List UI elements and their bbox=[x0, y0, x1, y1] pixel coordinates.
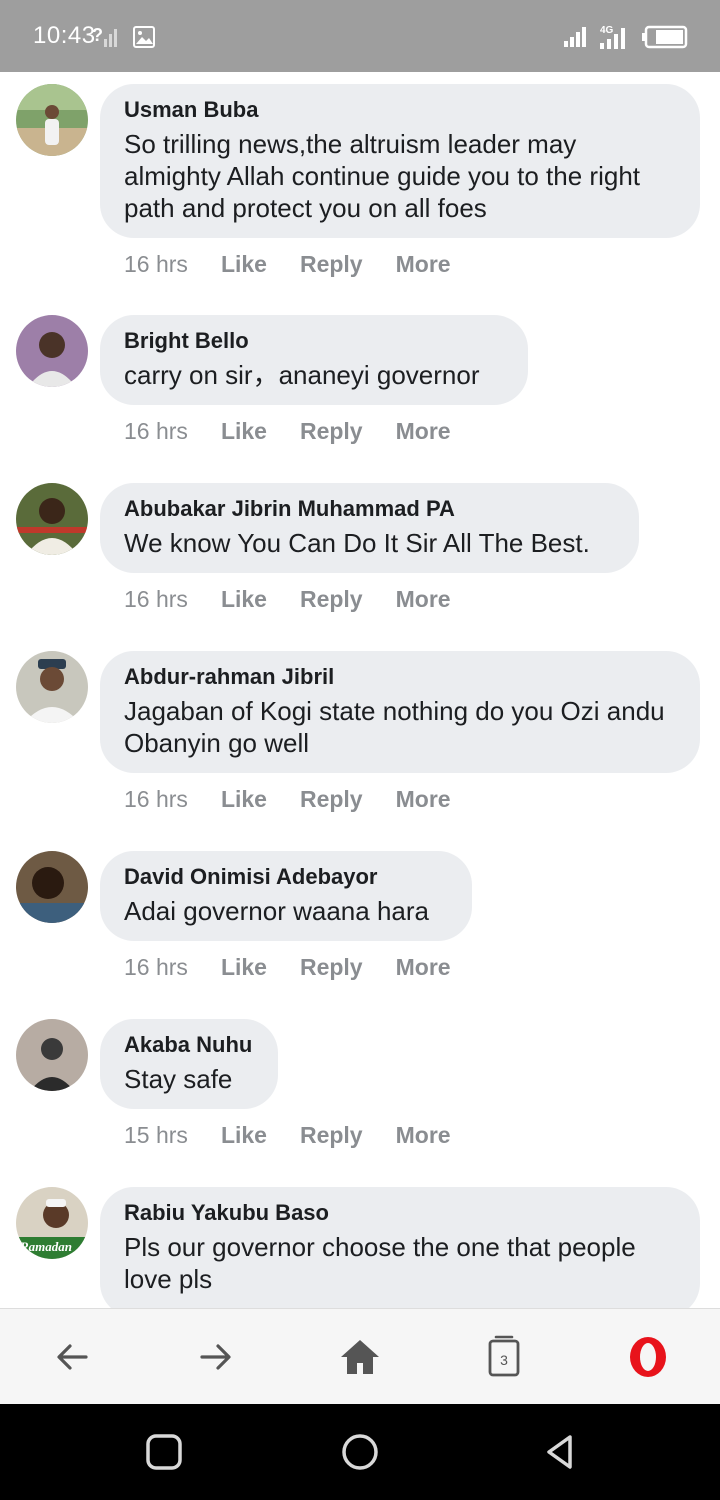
forward-button[interactable] bbox=[190, 1331, 242, 1383]
reply-link[interactable]: Reply bbox=[300, 586, 363, 613]
tabs-icon: 3 bbox=[488, 1335, 520, 1377]
comment-bubble[interactable]: Akaba Nuhu Stay safe bbox=[100, 1019, 278, 1109]
reply-link[interactable]: Reply bbox=[300, 1122, 363, 1149]
svg-text:Ramadan: Ramadan bbox=[19, 1239, 72, 1254]
opera-logo-icon bbox=[630, 1337, 666, 1377]
reply-link[interactable]: Reply bbox=[300, 418, 363, 445]
more-link[interactable]: More bbox=[396, 586, 451, 613]
avatar[interactable] bbox=[16, 651, 88, 723]
comment-text: So trilling news,the altruism leader may… bbox=[124, 129, 641, 223]
comment-bubble[interactable]: Bright Bello carry on sir，ananeyi govern… bbox=[100, 315, 528, 405]
back-button[interactable] bbox=[46, 1331, 98, 1383]
image-icon bbox=[133, 26, 155, 48]
comment-author[interactable]: Akaba Nuhu bbox=[124, 1031, 254, 1059]
svg-text:4G: 4G bbox=[600, 25, 614, 36]
comment-text: We know You Can Do It Sir All The Best. bbox=[124, 528, 590, 558]
comment-text: Stay safe bbox=[124, 1064, 233, 1094]
home-nav-button[interactable] bbox=[336, 1428, 384, 1476]
recents-button[interactable] bbox=[140, 1428, 188, 1476]
like-link[interactable]: Like bbox=[221, 954, 267, 981]
avatar[interactable] bbox=[16, 483, 88, 555]
comment-feed[interactable]: Usman Buba So trilling news,the altruism… bbox=[0, 72, 720, 1308]
comment-bubble[interactable]: Abubakar Jibrin Muhammad PA We know You … bbox=[100, 483, 639, 573]
comment-text: Pls our governor choose the one that peo… bbox=[124, 1232, 636, 1294]
back-arrow-icon bbox=[57, 1344, 88, 1370]
like-link[interactable]: Like bbox=[221, 1122, 267, 1149]
like-link[interactable]: Like bbox=[221, 786, 267, 813]
browser-toolbar: 3 bbox=[0, 1308, 720, 1405]
forward-arrow-icon bbox=[200, 1344, 231, 1370]
reply-link[interactable]: Reply bbox=[300, 954, 363, 981]
comment-author[interactable]: Usman Buba bbox=[124, 96, 676, 124]
comment-bubble[interactable]: David Onimisi Adebayor Adai governor waa… bbox=[100, 851, 472, 941]
opera-menu-button[interactable] bbox=[622, 1331, 674, 1383]
home-icon bbox=[341, 1340, 379, 1374]
avatar[interactable]: Ramadan bbox=[16, 1187, 88, 1259]
reply-link[interactable]: Reply bbox=[300, 251, 363, 278]
comment-text: Adai governor waana hara bbox=[124, 896, 429, 926]
battery-icon bbox=[642, 25, 688, 49]
svg-text:?: ? bbox=[92, 25, 103, 45]
back-nav-button[interactable] bbox=[536, 1428, 584, 1476]
more-link[interactable]: More bbox=[396, 786, 451, 813]
more-link[interactable]: More bbox=[396, 418, 451, 445]
more-link[interactable]: More bbox=[396, 954, 451, 981]
clock: 10:43 bbox=[33, 22, 96, 49]
comment-author[interactable]: David Onimisi Adebayor bbox=[124, 863, 448, 891]
system-nav-bar bbox=[0, 1404, 720, 1500]
avatar[interactable] bbox=[16, 315, 88, 387]
comment-text: carry on sir，ananeyi governor bbox=[124, 360, 480, 390]
like-link[interactable]: Like bbox=[221, 251, 267, 278]
comment-time[interactable]: 16 hrs bbox=[124, 954, 188, 981]
comment-author[interactable]: Abdur-rahman Jibril bbox=[124, 663, 676, 691]
home-button[interactable] bbox=[334, 1331, 386, 1383]
tab-count: 3 bbox=[500, 1352, 508, 1368]
avatar[interactable] bbox=[16, 851, 88, 923]
avatar[interactable] bbox=[16, 1019, 88, 1091]
4g-signal-icon: 4G bbox=[600, 25, 625, 49]
back-triangle-icon bbox=[547, 1435, 572, 1469]
more-link[interactable]: More bbox=[396, 251, 451, 278]
signal-icon bbox=[564, 27, 586, 47]
comment-author[interactable]: Abubakar Jibrin Muhammad PA bbox=[124, 495, 615, 523]
like-link[interactable]: Like bbox=[221, 418, 267, 445]
more-link[interactable]: More bbox=[396, 1122, 451, 1149]
comment-author[interactable]: Rabiu Yakubu Baso bbox=[124, 1199, 676, 1227]
comment-time[interactable]: 16 hrs bbox=[124, 418, 188, 445]
home-circle-icon bbox=[342, 1434, 378, 1470]
comment-time[interactable]: 15 hrs bbox=[124, 1122, 188, 1149]
reply-link[interactable]: Reply bbox=[300, 786, 363, 813]
comment-time[interactable]: 16 hrs bbox=[124, 251, 188, 278]
avatar[interactable] bbox=[16, 84, 88, 156]
comment-bubble[interactable]: Abdur-rahman Jibril Jagaban of Kogi stat… bbox=[100, 651, 700, 773]
status-bar: 10:43 ? 4G bbox=[0, 0, 720, 72]
tabs-button[interactable]: 3 bbox=[478, 1331, 530, 1383]
comment-author[interactable]: Bright Bello bbox=[124, 327, 504, 355]
comment-text: Jagaban of Kogi state nothing do you Ozi… bbox=[124, 696, 665, 758]
like-link[interactable]: Like bbox=[221, 586, 267, 613]
comment-time[interactable]: 16 hrs bbox=[124, 786, 188, 813]
comment-bubble[interactable]: Usman Buba So trilling news,the altruism… bbox=[100, 84, 700, 238]
recents-square-icon bbox=[146, 1434, 182, 1470]
signal-question-icon: ? bbox=[92, 25, 117, 47]
comment-time[interactable]: 16 hrs bbox=[124, 586, 188, 613]
comment-bubble[interactable]: Rabiu Yakubu Baso Pls our governor choos… bbox=[100, 1187, 700, 1308]
